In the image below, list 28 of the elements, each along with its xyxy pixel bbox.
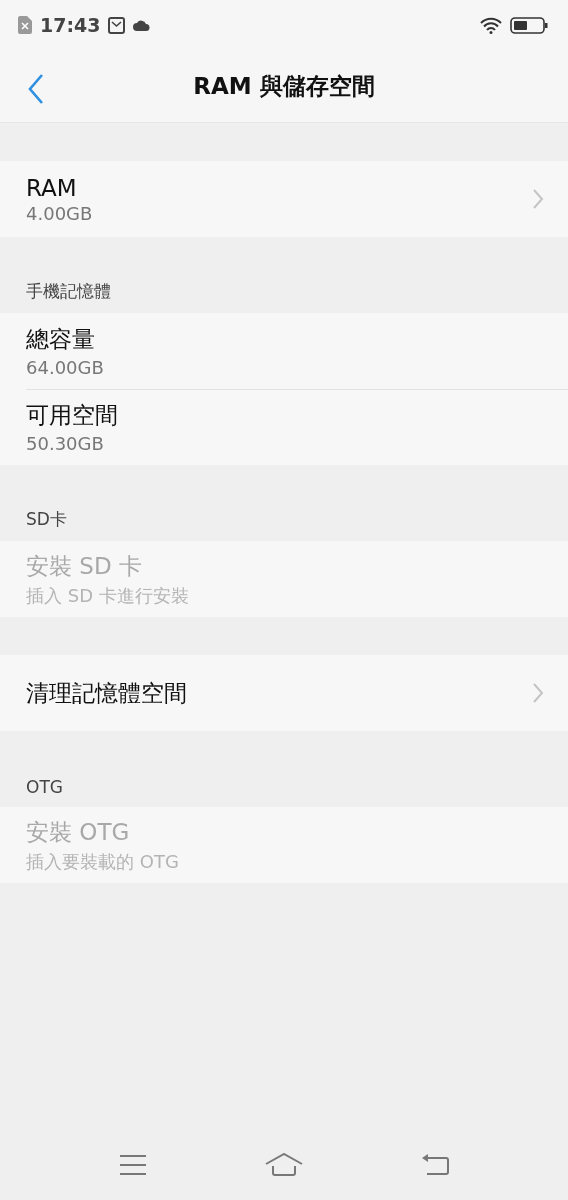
row-title: 可用空間 [26, 401, 119, 430]
section-header: 手機記憶體 [26, 280, 111, 303]
home-button[interactable] [265, 1153, 303, 1177]
clock: 17:43 [40, 14, 101, 36]
row-title: 安裝 SD 卡 [26, 551, 143, 581]
settings-row[interactable]: 總容量 64.00GB [0, 313, 568, 389]
row-subtitle: 50.30GB [26, 433, 105, 454]
row-title: 安裝 OTG [26, 817, 131, 847]
menu-button[interactable] [119, 1154, 147, 1176]
page-title: RAM 與儲存空間 [193, 71, 375, 101]
back-nav-button[interactable] [421, 1153, 449, 1177]
battery-icon [510, 16, 548, 34]
row-title: 清理記憶體空間 [26, 678, 188, 708]
cloud-icon [133, 19, 151, 31]
settings-row[interactable]: RAM 4.00GB [0, 161, 568, 237]
row-subtitle: 插入要裝載的 OTG [26, 849, 180, 874]
sim-card-icon [18, 16, 32, 34]
settings-row[interactable]: 可用空間 50.30GB [0, 389, 568, 465]
section-header: OTG [26, 777, 63, 797]
wifi-icon [480, 16, 502, 34]
settings-row[interactable]: 清理記憶體空間 [0, 655, 568, 731]
row-subtitle: 插入 SD 卡進行安裝 [26, 583, 190, 608]
mail-icon [108, 16, 126, 34]
row-title: 總容量 [26, 325, 96, 354]
row-title: RAM [26, 174, 78, 201]
row-subtitle: 4.00GB [26, 202, 94, 224]
row-subtitle: 64.00GB [26, 357, 105, 378]
section-header: SD卡 [26, 508, 67, 531]
